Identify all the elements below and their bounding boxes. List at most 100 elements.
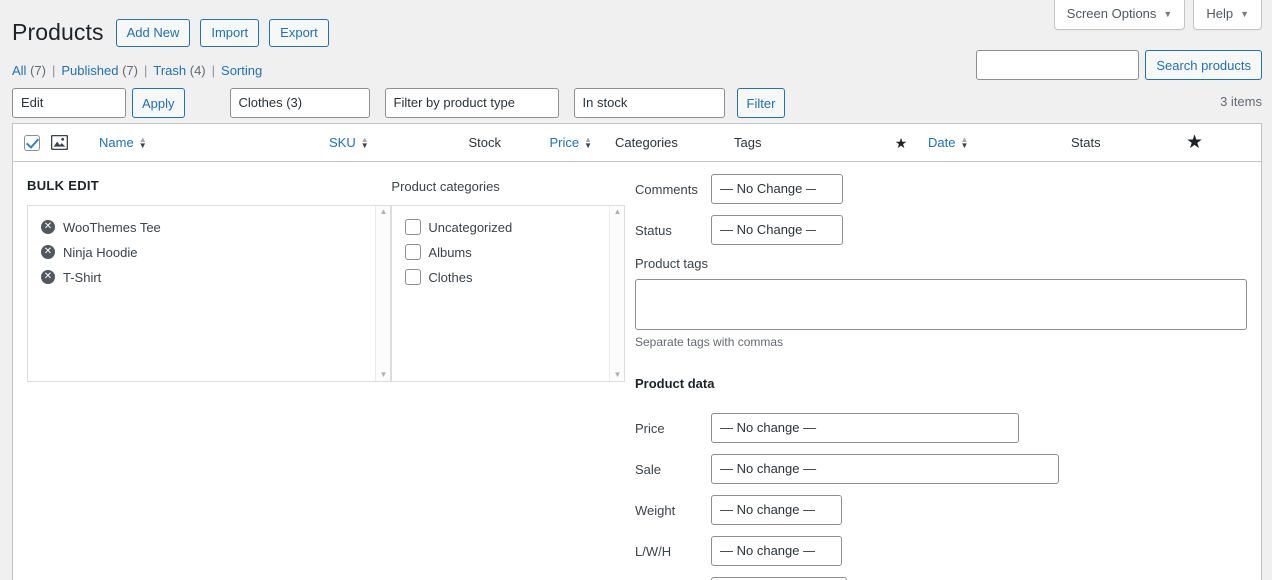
apply-button[interactable]: Apply [132, 88, 185, 118]
bulk-edit-left-column: BULK EDIT ✕ WooThemes Tee ✕ Ninja Hoodie… [13, 174, 392, 580]
column-date-label: Date [928, 135, 956, 150]
product-type-filter-select[interactable]: Filter by product type [384, 88, 559, 118]
status-link-trash-label: Trash [153, 63, 187, 78]
status-link-sorting[interactable]: Sorting [221, 63, 262, 78]
bulk-edit-product-label: Ninja Hoodie [63, 244, 138, 260]
list-item: Clothes [402, 265, 614, 290]
add-new-button[interactable]: Add New [115, 18, 191, 47]
help-toggle[interactable]: Help ▼ [1193, 0, 1262, 31]
displaying-num: 3 items [1220, 94, 1262, 109]
column-rating: ★ [1186, 133, 1261, 152]
bulk-edit-panel: BULK EDIT ✕ WooThemes Tee ✕ Ninja Hoodie… [13, 162, 1261, 580]
scroll-up-icon[interactable]: ▲ [613, 206, 621, 218]
sort-indicator-icon: ▲ ▼ [960, 134, 969, 150]
bulk-edit-right-column: Comments — No Change — Status — No Chang… [635, 174, 1261, 580]
bulk-edit-middle-column: Product categories Uncategorized Albums [391, 174, 635, 580]
bulk-action-select-wrap: Edit [12, 88, 126, 118]
star-icon: ★ [1186, 132, 1204, 153]
column-name[interactable]: Name ▲ ▼ [99, 135, 329, 150]
category-checkbox-uncategorized[interactable] [405, 219, 422, 235]
product-tags-hint: Separate tags with commas [635, 335, 784, 349]
bulk-action-select[interactable]: Edit [12, 88, 126, 118]
screen-meta-links: Screen Options ▼ Help ▼ [1053, 0, 1262, 31]
comments-select[interactable]: — No Change — [711, 174, 843, 204]
remove-icon[interactable]: ✕ [41, 245, 55, 259]
admin-page: Screen Options ▼ Help ▼ Products Add New… [0, 0, 1272, 580]
status-count-published: (7) [122, 63, 138, 78]
weight-select[interactable]: — No change — [711, 495, 842, 525]
separator: | [51, 63, 56, 78]
import-button[interactable]: Import [200, 18, 260, 47]
category-select-wrap: Clothes (3) [229, 88, 370, 118]
tablenav-actions: Edit Apply Clothes (3) Filter by product… [12, 88, 1262, 118]
price-label: Price [635, 420, 665, 436]
lwh-row: L/W/H — No change — [635, 536, 1247, 566]
status-link-published[interactable]: Published [61, 63, 118, 78]
select-all-checkbox[interactable] [24, 134, 40, 151]
lwh-select-wrap: — No change — [711, 536, 842, 566]
category-checkbox-albums[interactable] [405, 244, 422, 260]
category-label: Albums [428, 244, 472, 260]
column-sku-label: SKU [329, 135, 356, 150]
status-select[interactable]: — No Change — [711, 215, 843, 245]
stock-filter-select[interactable]: In stock [573, 88, 725, 118]
status-link-all[interactable]: All [12, 63, 26, 78]
column-stats-label: Stats [1071, 135, 1101, 150]
sale-select-wrap: — No change — [711, 454, 1059, 484]
status-count-trash: (4) [189, 63, 206, 78]
search-products-button[interactable]: Search products [1145, 50, 1262, 80]
scrollbar[interactable]: ▲ ▼ [375, 206, 391, 381]
status-link-all-label: All [12, 63, 27, 78]
column-tags: Tags [734, 135, 874, 150]
separator: | [143, 63, 148, 78]
column-price-label: Price [549, 135, 580, 150]
star-icon: ★ [894, 134, 908, 151]
status-link-trash[interactable]: Trash [153, 63, 186, 78]
weight-label: Weight [635, 502, 676, 518]
column-categories: Categories [592, 135, 734, 150]
bulk-edit-product-label: WooThemes Tee [63, 219, 161, 235]
column-sku[interactable]: SKU ▲ ▼ [329, 135, 394, 150]
bulk-edit-title: BULK EDIT [27, 178, 100, 193]
heading-row: Products Add New Import Export [12, 18, 329, 48]
sort-indicator-icon: ▲ ▼ [584, 134, 592, 150]
comments-row: Comments — No Change — [635, 174, 1247, 204]
tablenav-top: Edit Apply Clothes (3) Filter by product… [12, 88, 1262, 120]
scroll-down-icon[interactable]: ▼ [613, 369, 621, 381]
column-featured: ★ [874, 136, 928, 150]
comments-label: Comments [635, 181, 698, 197]
product-tags-textarea[interactable] [635, 279, 1247, 330]
scroll-up-icon[interactable]: ▲ [379, 206, 387, 218]
column-date[interactable]: Date ▲ ▼ [928, 135, 1071, 150]
screen-options-toggle[interactable]: Screen Options ▼ [1053, 0, 1186, 31]
filter-button[interactable]: Filter [736, 88, 786, 118]
product-tags-label: Product tags [635, 256, 708, 271]
category-label: Uncategorized [428, 219, 513, 235]
product-categories-list-inner: Uncategorized Albums Clothes [392, 206, 624, 299]
scrollbar[interactable]: ▲ ▼ [609, 206, 625, 381]
remove-icon[interactable]: ✕ [41, 220, 55, 234]
sale-select[interactable]: — No change — [711, 454, 1059, 484]
category-checkbox-clothes[interactable] [405, 269, 422, 285]
search-input[interactable] [976, 50, 1140, 80]
column-price[interactable]: Price ▲ ▼ [501, 135, 592, 150]
stock-select-wrap: In stock [573, 88, 725, 118]
lwh-select[interactable]: — No change — [711, 536, 842, 566]
category-filter-select[interactable]: Clothes (3) [229, 88, 370, 118]
sort-indicator-icon: ▲ ▼ [360, 134, 369, 150]
column-stock: Stock [394, 135, 501, 150]
price-select[interactable]: — No change — [711, 413, 1019, 443]
lwh-label: L/W/H [635, 543, 672, 559]
weight-select-wrap: — No change — [711, 495, 842, 525]
column-categories-label: Categories [615, 135, 678, 150]
export-button[interactable]: Export [269, 18, 329, 47]
list-item: ✕ Ninja Hoodie [38, 240, 380, 265]
column-name-label: Name [99, 135, 134, 150]
help-label: Help [1206, 6, 1234, 21]
list-item: Albums [402, 240, 614, 265]
status-row: Status — No Change — [635, 215, 1247, 245]
scroll-down-icon[interactable]: ▼ [379, 369, 387, 381]
bulk-edit-product-list-inner: ✕ WooThemes Tee ✕ Ninja Hoodie ✕ T-Shirt [28, 206, 390, 299]
price-select-wrap: — No change — [711, 413, 1019, 443]
remove-icon[interactable]: ✕ [41, 270, 55, 284]
